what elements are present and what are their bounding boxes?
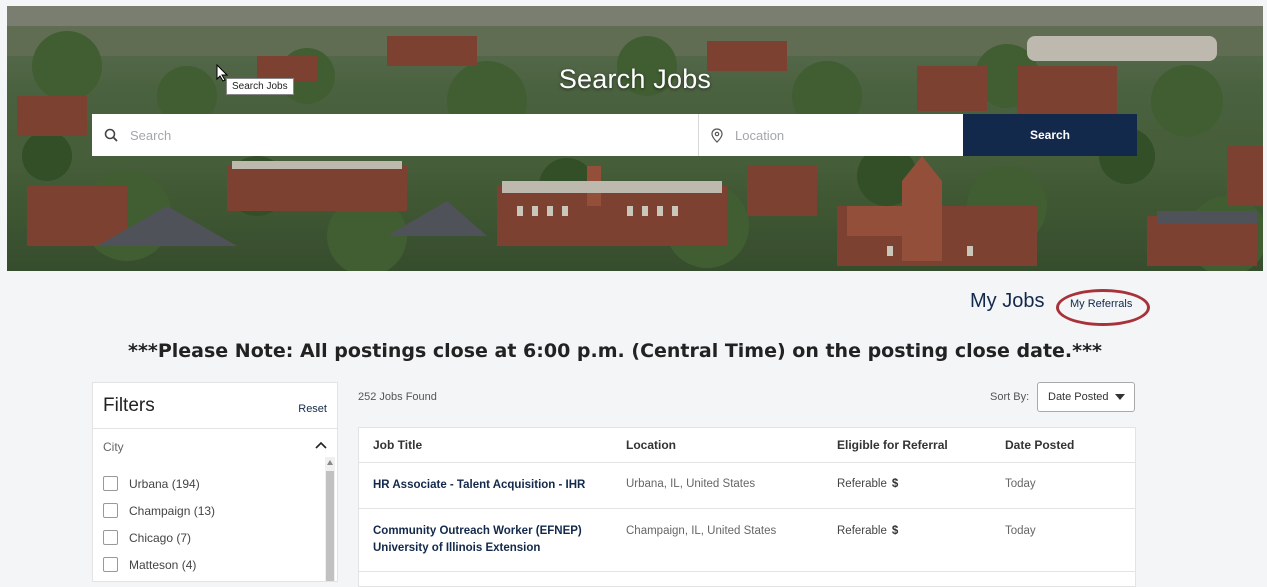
reset-filters-link[interactable]: Reset — [298, 403, 327, 415]
job-department-link[interactable]: University of Illinois Extension — [373, 540, 582, 557]
dollar-icon: $ — [891, 478, 899, 490]
search-field — [92, 114, 699, 156]
city-filter-label: City — [103, 440, 124, 454]
jobs-found-count: 252 Jobs Found — [358, 391, 437, 403]
filter-scrollbar[interactable] — [325, 457, 335, 581]
page-title: Search Jobs — [558, 64, 712, 94]
jobs-table: Job Title Location Eligible for Referral… — [358, 427, 1136, 587]
dollar-icon: $ — [891, 525, 899, 537]
city-option-chicago[interactable]: Chicago (7) — [103, 524, 215, 551]
referral-status-text: Referable — [837, 478, 887, 490]
city-option-matteson[interactable]: Matteson (4) — [103, 551, 215, 578]
column-header-referral[interactable]: Eligible for Referral — [837, 438, 948, 452]
scroll-up-arrow-icon[interactable] — [327, 460, 333, 465]
city-option-label: Matteson (4) — [129, 557, 197, 572]
referral-status: Referable $ — [837, 525, 898, 537]
city-filter-list: Urbana (194) Champaign (13) Chicago (7) … — [103, 470, 215, 578]
table-header: Job Title Location Eligible for Referral… — [359, 428, 1135, 463]
my-jobs-heading: My Jobs — [970, 290, 1045, 312]
job-location: Champaign, IL, United States — [626, 525, 777, 537]
my-referrals-link[interactable]: My Referrals — [1070, 298, 1132, 310]
table-row: Community Outreach Worker (EFNEP) Univer… — [359, 509, 1135, 572]
city-option-urbana[interactable]: Urbana (194) — [103, 470, 215, 497]
filters-panel: Filters Reset City Urbana (194) Champaig… — [92, 382, 338, 582]
sort-by-label: Sort By: — [990, 391, 1030, 403]
city-option-label: Urbana (194) — [129, 476, 200, 491]
city-option-champaign[interactable]: Champaign (13) — [103, 497, 215, 524]
table-row: HR Associate - Talent Acquisition - IHR … — [359, 463, 1135, 509]
search-button[interactable]: Search — [963, 114, 1137, 156]
job-location: Urbana, IL, United States — [626, 478, 756, 490]
posting-notice: ***Please Note: All postings close at 6:… — [128, 340, 1102, 362]
job-title-link[interactable]: Community Outreach Worker (EFNEP) — [373, 523, 582, 540]
referral-status-text: Referable — [837, 525, 887, 537]
checkbox[interactable] — [103, 503, 118, 518]
divider — [93, 428, 337, 429]
column-header-location[interactable]: Location — [626, 438, 676, 452]
search-bar: Search — [92, 114, 1137, 156]
job-title-cell: Community Outreach Worker (EFNEP) Univer… — [373, 523, 582, 557]
caret-down-icon — [1115, 394, 1125, 400]
checkbox[interactable] — [103, 476, 118, 491]
checkbox[interactable] — [103, 530, 118, 545]
date-posted: Today — [1005, 525, 1036, 537]
chevron-up-icon[interactable] — [315, 441, 327, 449]
date-posted: Today — [1005, 478, 1036, 490]
checkbox[interactable] — [103, 557, 118, 572]
column-header-date-posted[interactable]: Date Posted — [1005, 438, 1074, 452]
location-input[interactable] — [733, 126, 949, 144]
tooltip: Search Jobs — [226, 78, 294, 95]
job-title-link[interactable]: HR Associate - Talent Acquisition - IHR — [373, 477, 585, 494]
search-icon — [104, 128, 118, 142]
filters-title: Filters — [103, 395, 155, 416]
location-field — [699, 114, 963, 156]
sort-select-value: Date Posted — [1048, 391, 1109, 403]
referral-status: Referable $ — [837, 478, 898, 490]
sort-select[interactable]: Date Posted — [1037, 382, 1135, 412]
city-option-label: Champaign (13) — [129, 503, 216, 518]
scrollbar-thumb[interactable] — [326, 471, 334, 581]
column-header-job-title[interactable]: Job Title — [373, 438, 422, 452]
search-input[interactable] — [128, 126, 617, 144]
city-option-label: Chicago (7) — [129, 530, 192, 545]
location-pin-icon — [711, 127, 723, 143]
